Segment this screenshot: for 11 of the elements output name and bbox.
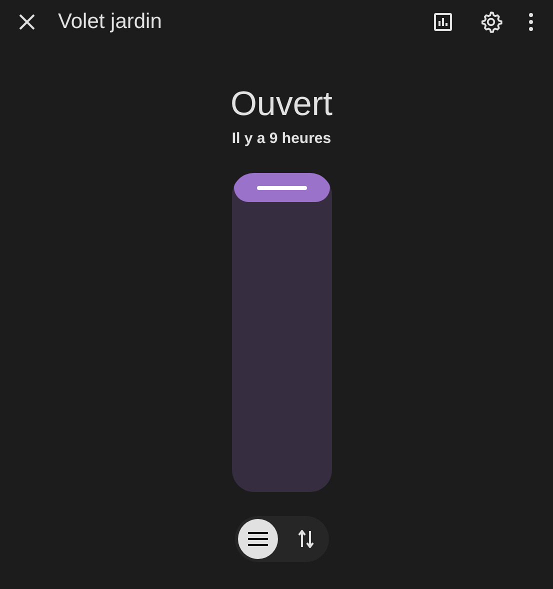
window-title: Volet jardin	[58, 10, 162, 34]
swap-vertical-icon	[298, 530, 314, 548]
last-changed: Il y a 9 heures	[232, 130, 332, 147]
menu-icon	[246, 531, 268, 547]
state-label: Ouvert	[230, 84, 333, 124]
slider-handle[interactable]	[234, 173, 330, 202]
bar-chart-icon	[431, 10, 455, 34]
more-icon	[529, 13, 533, 31]
mode-button[interactable]	[238, 519, 278, 559]
position-slider[interactable]	[232, 173, 332, 492]
settings-icon	[479, 10, 503, 34]
